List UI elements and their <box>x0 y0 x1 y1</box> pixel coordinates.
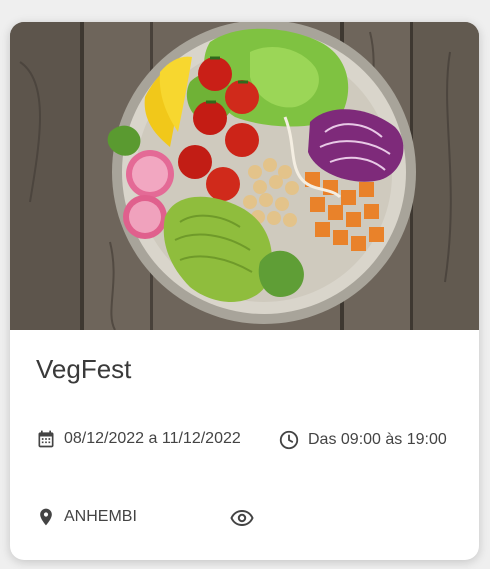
event-location: ANHEMBI <box>36 507 137 527</box>
event-time-text: Das 09:00 às 19:00 <box>308 431 447 448</box>
event-title: VegFest <box>36 354 132 384</box>
view-event-button[interactable] <box>229 505 255 531</box>
card-body: VegFest 08/12/2022 a 11/12/2022 Das 09:0… <box>10 330 479 560</box>
clock-icon <box>279 430 299 450</box>
map-pin-icon <box>40 508 52 526</box>
calendar-icon <box>38 430 54 448</box>
event-location-text: ANHEMBI <box>64 508 137 525</box>
event-date: 08/12/2022 a 11/12/2022 <box>36 429 241 449</box>
event-card[interactable]: VegFest 08/12/2022 a 11/12/2022 Das 09:0… <box>10 22 479 560</box>
page: VegFest 08/12/2022 a 11/12/2022 Das 09:0… <box>0 0 490 569</box>
event-date-text: 08/12/2022 a 11/12/2022 <box>64 430 241 447</box>
event-image <box>10 22 479 330</box>
eye-icon <box>230 509 254 527</box>
event-time: Das 09:00 às 19:00 <box>278 429 447 451</box>
